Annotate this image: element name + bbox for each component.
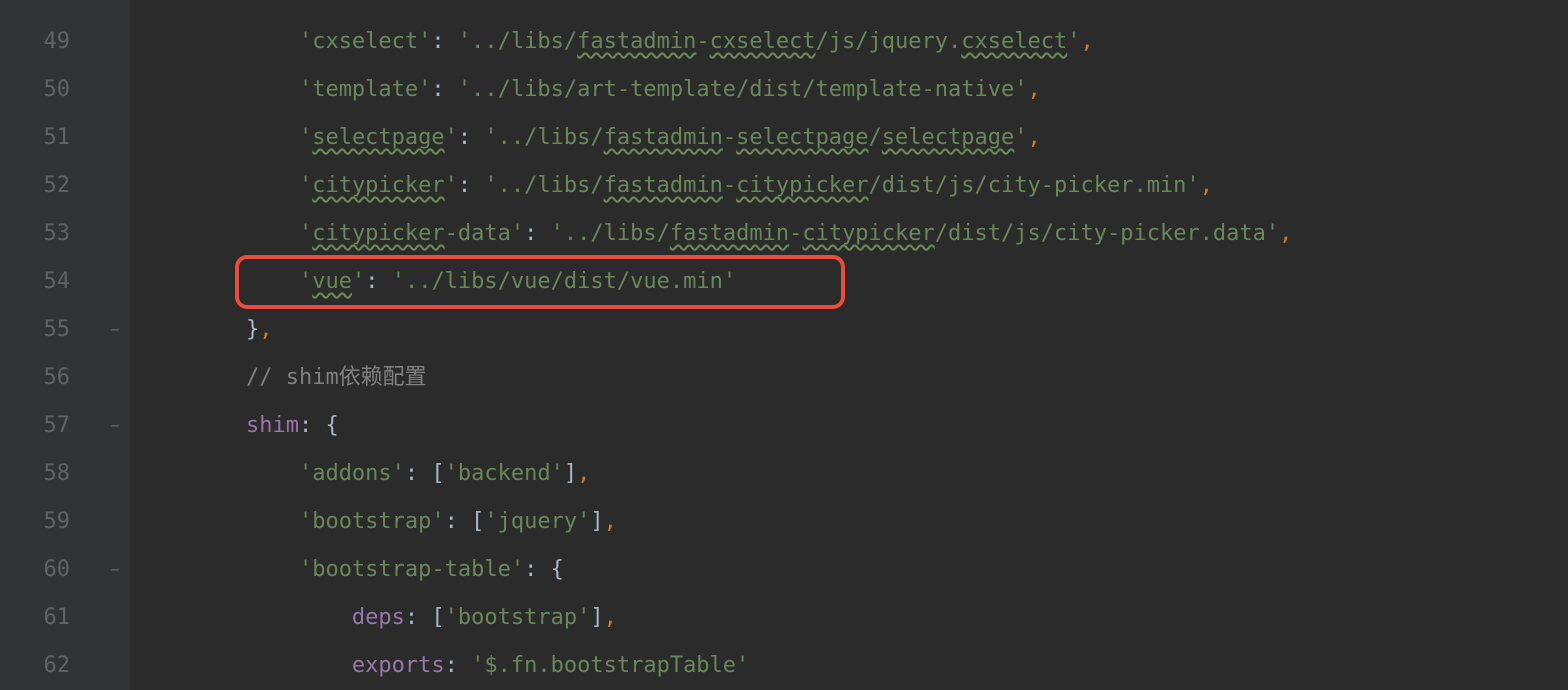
line-number: 52 <box>0 162 100 210</box>
fold-collapse-icon[interactable]: − <box>100 402 130 450</box>
fold-spacer <box>100 354 130 402</box>
line-number-gutter: 49 50 51 52 53 54 55 56 57 58 59 60 61 6… <box>0 0 100 690</box>
fold-spacer <box>100 18 130 66</box>
line-number: 58 <box>0 450 100 498</box>
line-number: 57 <box>0 402 100 450</box>
line-number: 53 <box>0 210 100 258</box>
code-line-57[interactable]: shim: { <box>140 402 1568 450</box>
code-line-51[interactable]: 'selectpage': '../libs/fastadmin-selectp… <box>140 114 1568 162</box>
code-area[interactable]: 'cxselect': '../libs/fastadmin-cxselect/… <box>130 0 1568 690</box>
line-number: 51 <box>0 114 100 162</box>
fold-collapse-icon[interactable]: − <box>100 306 130 354</box>
line-number: 49 <box>0 18 100 66</box>
code-editor: 49 50 51 52 53 54 55 56 57 58 59 60 61 6… <box>0 0 1568 690</box>
code-line-54[interactable]: 'vue': '../libs/vue/dist/vue.min' <box>140 258 1568 306</box>
line-number: 62 <box>0 642 100 690</box>
code-line-49[interactable]: 'cxselect': '../libs/fastadmin-cxselect/… <box>140 18 1568 66</box>
fold-spacer <box>100 498 130 546</box>
code-line-58[interactable]: 'addons': ['backend'], <box>140 450 1568 498</box>
line-number: 50 <box>0 66 100 114</box>
fold-spacer <box>100 114 130 162</box>
fold-spacer <box>100 258 130 306</box>
line-number: 60 <box>0 546 100 594</box>
code-line-52[interactable]: 'citypicker': '../libs/fastadmin-citypic… <box>140 162 1568 210</box>
code-line-53[interactable]: 'citypicker-data': '../libs/fastadmin-ci… <box>140 210 1568 258</box>
code-line-59[interactable]: 'bootstrap': ['jquery'], <box>140 498 1568 546</box>
fold-spacer <box>100 450 130 498</box>
fold-spacer <box>100 66 130 114</box>
code-line-60[interactable]: 'bootstrap-table': { <box>140 546 1568 594</box>
line-number: 59 <box>0 498 100 546</box>
line-number: 55 <box>0 306 100 354</box>
code-line-62[interactable]: exports: '$.fn.bootstrapTable' <box>140 642 1568 690</box>
fold-gutter: − − − <box>100 0 130 690</box>
code-line-56[interactable]: // shim依赖配置 <box>140 354 1568 402</box>
fold-spacer <box>100 594 130 642</box>
line-number: 61 <box>0 594 100 642</box>
code-line-61[interactable]: deps: ['bootstrap'], <box>140 594 1568 642</box>
fold-spacer <box>100 162 130 210</box>
code-line-55[interactable]: }, <box>140 306 1568 354</box>
fold-collapse-icon[interactable]: − <box>100 546 130 594</box>
fold-spacer <box>100 210 130 258</box>
code-line-50[interactable]: 'template': '../libs/art-template/dist/t… <box>140 66 1568 114</box>
fold-spacer <box>100 642 130 690</box>
line-number: 56 <box>0 354 100 402</box>
line-number: 54 <box>0 258 100 306</box>
